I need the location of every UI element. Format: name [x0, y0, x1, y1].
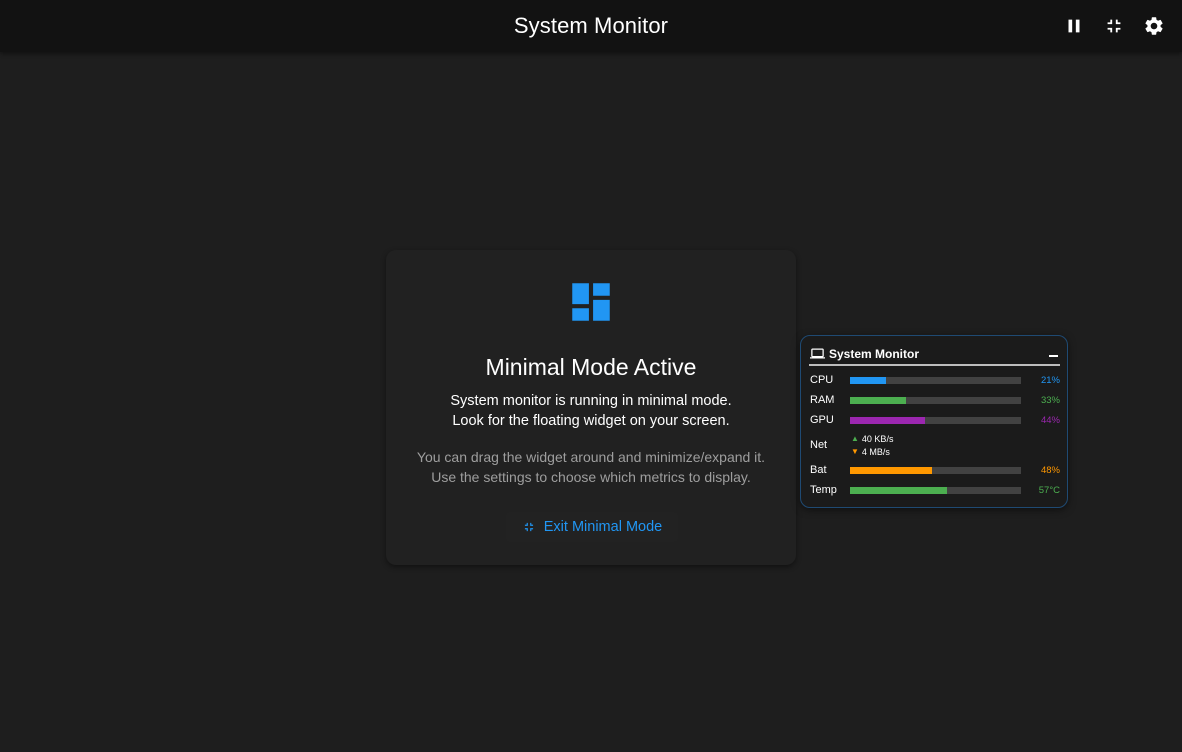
gear-icon — [1145, 17, 1163, 35]
metric-value: 48% — [1040, 465, 1060, 476]
metric-bar-fill — [850, 397, 907, 404]
card-title: Minimal Mode Active — [485, 354, 697, 380]
pause-icon — [1068, 19, 1080, 33]
metric-bar-track — [850, 467, 1021, 474]
fullscreen-exit-icon — [524, 522, 533, 532]
card-description-line-1: System monitor is running in minimal mod… — [450, 393, 732, 409]
metric-value: 44% — [1040, 415, 1060, 426]
fullscreen-exit-icon — [1107, 19, 1121, 33]
minimal-mode-card: Minimal Mode Active System monitor is ru… — [386, 250, 796, 565]
app-title: System Monitor — [513, 13, 669, 38]
metric-label: GPU — [810, 414, 834, 426]
dashboard-icon — [566, 277, 616, 327]
metric-bar-track — [850, 417, 1021, 424]
metric-value: 33% — [1040, 395, 1060, 406]
metric-temperature: Temp 57°C — [809, 483, 1060, 499]
metric-label: Temp — [810, 484, 837, 496]
floating-widget[interactable]: System Monitor CPU 21% RAM 33% GPU 44% N… — [800, 335, 1068, 508]
metric-bar-fill — [850, 487, 948, 494]
net-values: ▲ 40 KB/s ▼ 4 MB/s — [851, 432, 893, 458]
metric-value: 21% — [1040, 375, 1060, 386]
metric-bar-track — [850, 397, 1021, 404]
exit-minimal-mode-button[interactable]: Exit Minimal Mode — [506, 512, 678, 542]
metric-label: CPU — [810, 374, 834, 386]
metric-net: Net ▲ 40 KB/s ▼ 4 MB/s — [809, 432, 1060, 460]
metric-gpu: GPU 44% — [809, 413, 1060, 429]
upload-arrow-icon: ▲ — [851, 433, 859, 443]
metric-battery: Bat 48% — [809, 463, 1060, 479]
minimal-mode-button[interactable] — [1094, 12, 1134, 40]
settings-button[interactable] — [1134, 12, 1174, 40]
widget-title: System Monitor — [829, 347, 920, 361]
metric-bar-fill — [850, 377, 886, 384]
net-download: ▼ 4 MB/s — [851, 445, 893, 458]
metric-bar-fill — [850, 467, 933, 474]
metric-label: Net — [810, 439, 828, 451]
metric-cpu: CPU 21% — [809, 373, 1060, 389]
metric-bar-fill — [850, 417, 926, 424]
exit-minimal-mode-label: Exit Minimal Mode — [543, 519, 663, 535]
metric-label: RAM — [810, 394, 835, 406]
app-bar-actions — [1054, 12, 1174, 40]
laptop-icon — [810, 347, 825, 360]
card-description-line-2: Look for the floating widget on your scr… — [452, 413, 730, 429]
card-hint-line-1: You can drag the widget around and minim… — [416, 449, 766, 465]
net-upload: ▲ 40 KB/s — [851, 432, 893, 445]
app-bar: System Monitor — [0, 0, 1182, 52]
net-upload-value: 40 KB/s — [861, 433, 894, 444]
net-download-value: 4 MB/s — [861, 446, 890, 457]
metric-label: Bat — [810, 464, 827, 476]
pause-button[interactable] — [1054, 12, 1094, 40]
card-hint-line-2: Use the settings to choose which metrics… — [431, 469, 751, 485]
metric-bar-track — [850, 377, 1021, 384]
widget-header[interactable]: System Monitor — [809, 346, 1060, 366]
metric-bar-track — [850, 487, 1021, 494]
metric-ram: RAM 33% — [809, 393, 1060, 409]
download-arrow-icon: ▼ — [851, 446, 859, 456]
metric-value: 57°C — [1038, 485, 1060, 496]
widget-minimize-button[interactable] — [1044, 346, 1062, 362]
